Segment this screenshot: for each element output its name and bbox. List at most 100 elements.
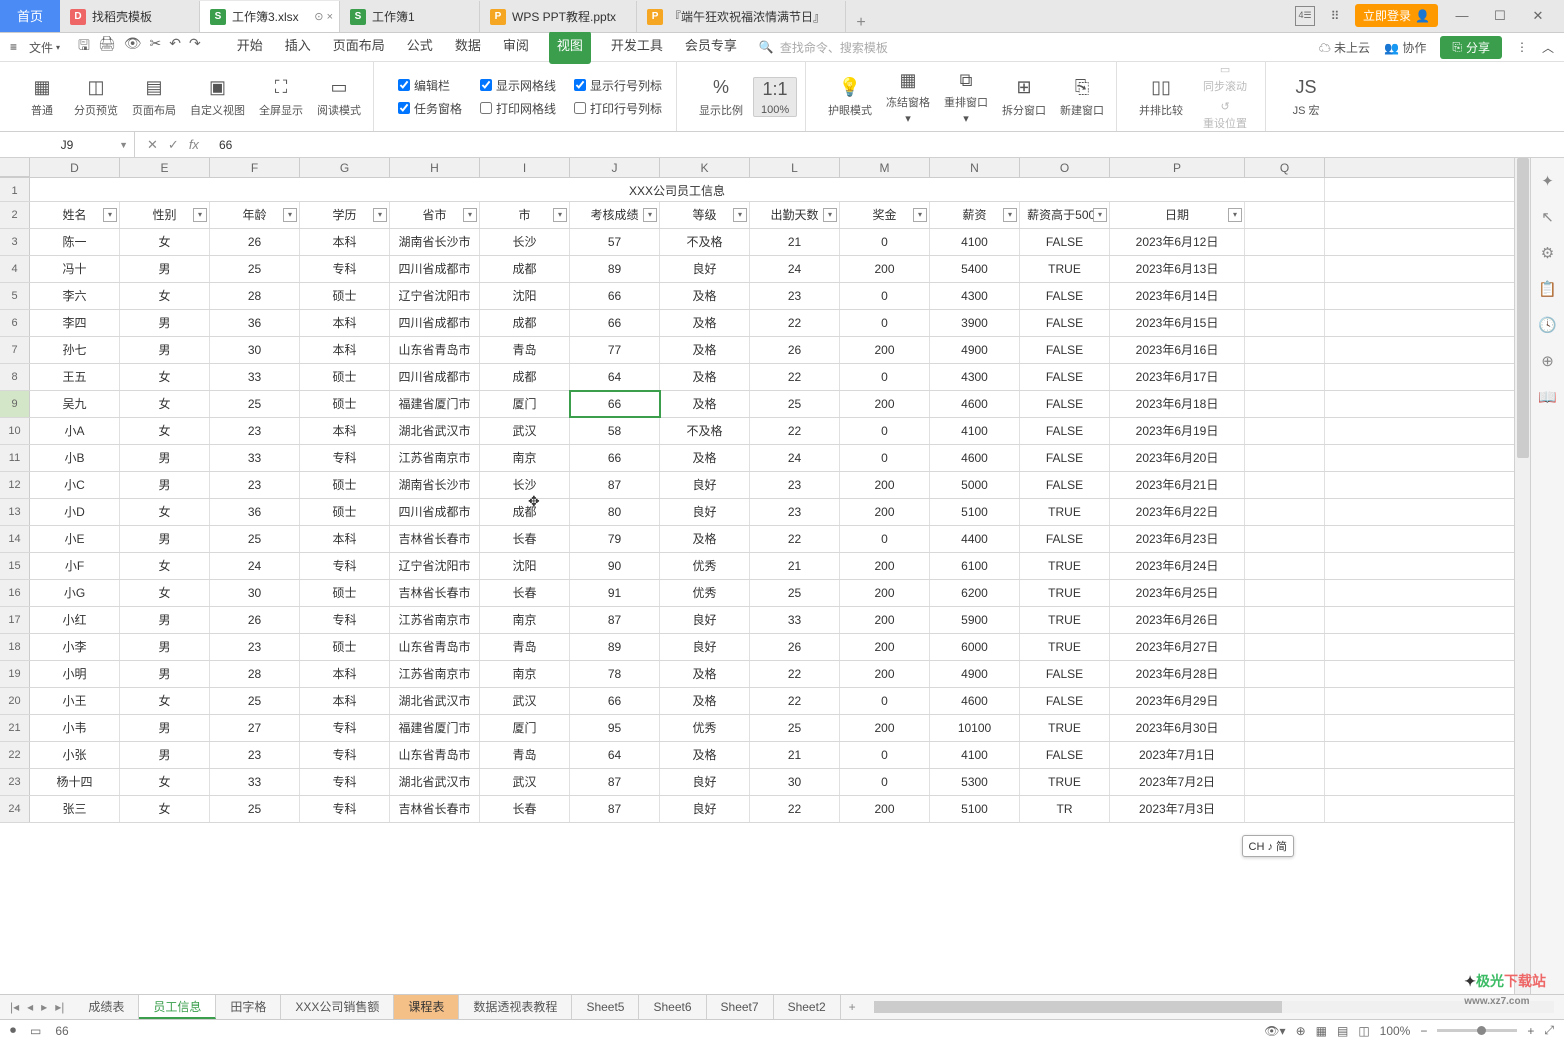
chk-showgrid[interactable]: 显示网格线 — [480, 77, 556, 94]
cell[interactable]: 长春 — [480, 526, 570, 552]
cell[interactable]: 良好 — [660, 472, 750, 498]
row-header[interactable]: 19 — [0, 661, 30, 687]
filter-icon[interactable]: ▾ — [1003, 208, 1017, 222]
sheet-last-icon[interactable]: ▸| — [55, 1000, 64, 1014]
filter-icon[interactable]: ▾ — [643, 208, 657, 222]
cell[interactable]: 性别▾ — [120, 202, 210, 228]
cancel-icon[interactable]: ✕ — [147, 137, 158, 153]
cell[interactable]: 78 — [570, 661, 660, 687]
col-header[interactable]: P — [1110, 158, 1245, 177]
cell[interactable] — [1245, 688, 1325, 714]
cell[interactable]: 2023年7月2日 — [1110, 769, 1245, 795]
select-icon[interactable]: ↖ — [1541, 208, 1554, 226]
eye-icon[interactable]: 👁▾ — [1264, 1024, 1285, 1038]
cell[interactable]: 小明 — [30, 661, 120, 687]
cell[interactable]: 6200 — [930, 580, 1020, 606]
chk-editbar[interactable]: 编辑栏 — [398, 77, 462, 94]
cell[interactable]: 良好 — [660, 499, 750, 525]
col-header[interactable]: M — [840, 158, 930, 177]
cell[interactable]: 陈一 — [30, 229, 120, 255]
more-icon[interactable]: ⋮ — [1516, 40, 1528, 54]
cell[interactable]: 23 — [210, 472, 300, 498]
cell[interactable] — [1245, 742, 1325, 768]
cell[interactable]: 薪资▾ — [930, 202, 1020, 228]
col-header[interactable]: J — [570, 158, 660, 177]
cell[interactable]: 2023年6月14日 — [1110, 283, 1245, 309]
cell[interactable]: 2023年6月29日 — [1110, 688, 1245, 714]
cell[interactable]: 2023年6月26日 — [1110, 607, 1245, 633]
cell[interactable]: 28 — [210, 661, 300, 687]
cell[interactable]: 2023年6月25日 — [1110, 580, 1245, 606]
cell[interactable]: 专科 — [300, 742, 390, 768]
share-button[interactable]: ⎘ 分享 — [1440, 36, 1502, 59]
cell[interactable]: 0 — [840, 364, 930, 390]
cell[interactable]: 4600 — [930, 445, 1020, 471]
cell[interactable]: 200 — [840, 337, 930, 363]
tools-icon[interactable]: ⊕ — [1541, 352, 1554, 370]
row-header[interactable]: 5 — [0, 283, 30, 309]
grid-icon[interactable]: 4☰ — [1295, 6, 1315, 26]
cell[interactable] — [1245, 337, 1325, 363]
cell[interactable]: 女 — [120, 229, 210, 255]
cell[interactable]: 长沙 — [480, 472, 570, 498]
cell[interactable]: 及格 — [660, 688, 750, 714]
cell[interactable]: 200 — [840, 553, 930, 579]
cell[interactable]: 87 — [570, 607, 660, 633]
cell[interactable]: 4100 — [930, 418, 1020, 444]
cell[interactable]: 女 — [120, 553, 210, 579]
cell[interactable]: 5300 — [930, 769, 1020, 795]
sheet-next-icon[interactable]: ▸ — [41, 1000, 47, 1014]
cell[interactable]: 0 — [840, 742, 930, 768]
cell[interactable]: 33 — [210, 445, 300, 471]
view-custom[interactable]: ▣自定义视图 — [186, 76, 249, 118]
cell[interactable]: 男 — [120, 715, 210, 741]
chk-printgrid[interactable]: 打印网格线 — [480, 100, 556, 117]
cell[interactable]: 2023年6月12日 — [1110, 229, 1245, 255]
cell[interactable]: 及格 — [660, 526, 750, 552]
cell[interactable]: 33 — [750, 607, 840, 633]
cell[interactable]: 22 — [750, 796, 840, 822]
cell[interactable]: 2023年6月19日 — [1110, 418, 1245, 444]
filter-icon[interactable]: ▾ — [913, 208, 927, 222]
cell[interactable]: 南京 — [480, 445, 570, 471]
cell[interactable]: 2023年6月17日 — [1110, 364, 1245, 390]
cell[interactable]: 女 — [120, 364, 210, 390]
cell[interactable]: 及格 — [660, 283, 750, 309]
minimize-button[interactable]: — — [1448, 8, 1476, 23]
cell[interactable]: 22 — [750, 661, 840, 687]
cell[interactable]: 本科 — [300, 337, 390, 363]
cell[interactable]: 及格 — [660, 391, 750, 417]
cell[interactable]: 2023年6月16日 — [1110, 337, 1245, 363]
cell[interactable]: 不及格 — [660, 229, 750, 255]
cell[interactable]: 4100 — [930, 229, 1020, 255]
cell[interactable]: 33 — [210, 364, 300, 390]
cell[interactable]: 李六 — [30, 283, 120, 309]
cell[interactable]: 4600 — [930, 688, 1020, 714]
cell[interactable]: 良好 — [660, 796, 750, 822]
cell[interactable]: 青岛 — [480, 337, 570, 363]
cell[interactable]: 江苏省南京市 — [390, 607, 480, 633]
col-header[interactable]: K — [660, 158, 750, 177]
cell[interactable]: 吉林省长春市 — [390, 796, 480, 822]
cell[interactable]: 山东省青岛市 — [390, 634, 480, 660]
cell[interactable]: FALSE — [1020, 418, 1110, 444]
cell[interactable]: 姓名▾ — [30, 202, 120, 228]
cell[interactable]: 学历▾ — [300, 202, 390, 228]
cell[interactable] — [1245, 499, 1325, 525]
cell[interactable]: 87 — [570, 769, 660, 795]
cell[interactable]: TR — [1020, 796, 1110, 822]
sheet-tab[interactable]: 成绩表 — [74, 995, 139, 1019]
tab-dev[interactable]: 开发工具 — [609, 31, 665, 64]
cell[interactable]: 年龄▾ — [210, 202, 300, 228]
cell[interactable]: 男 — [120, 661, 210, 687]
cell[interactable]: 女 — [120, 418, 210, 444]
cell[interactable]: 女 — [120, 391, 210, 417]
cell[interactable]: 小红 — [30, 607, 120, 633]
cell[interactable]: 6000 — [930, 634, 1020, 660]
cell[interactable] — [1245, 310, 1325, 336]
sheet-tab[interactable]: 数据透视表教程 — [459, 995, 572, 1019]
row-header[interactable]: 18 — [0, 634, 30, 660]
cell[interactable]: 28 — [210, 283, 300, 309]
cell[interactable]: 福建省厦门市 — [390, 715, 480, 741]
cell[interactable]: 吴九 — [30, 391, 120, 417]
